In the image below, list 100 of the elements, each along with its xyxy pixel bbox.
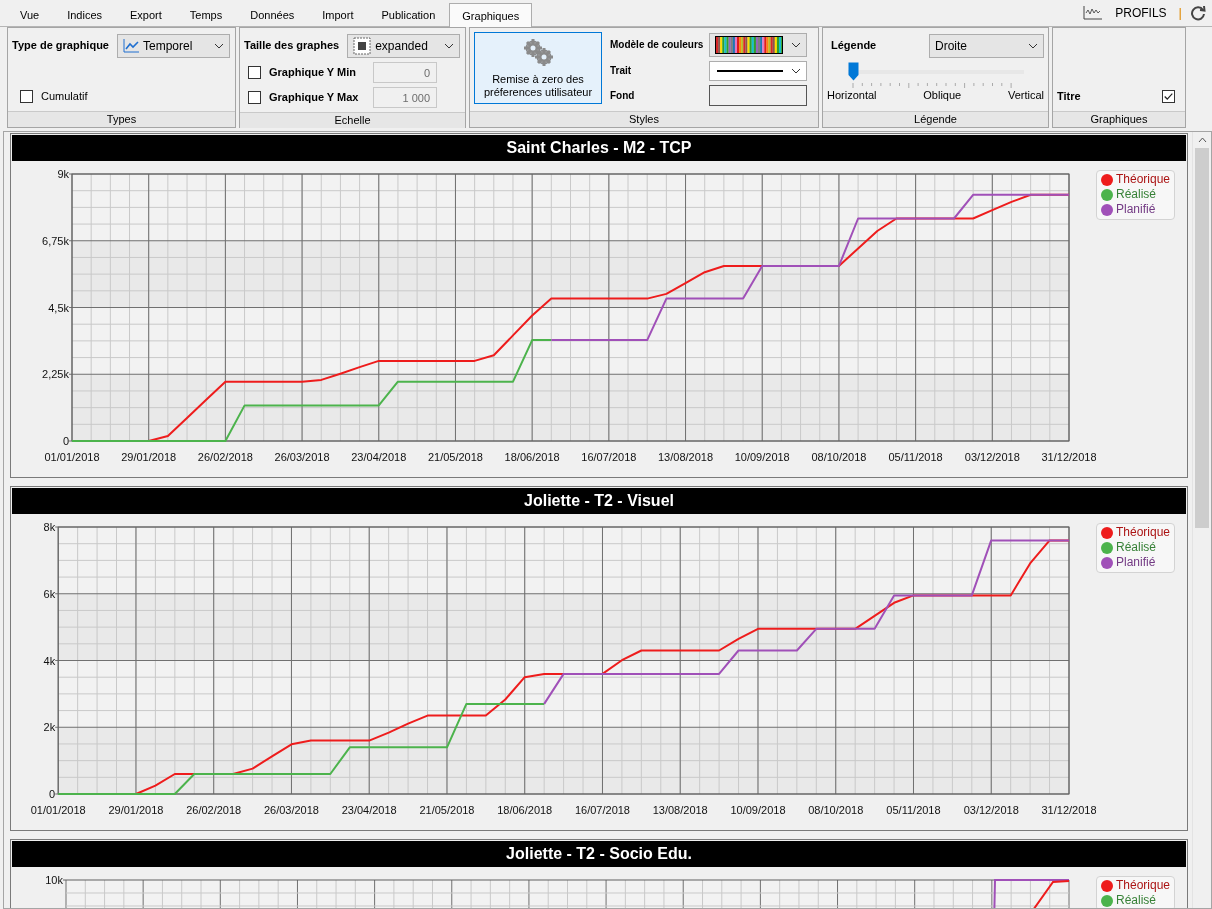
axis-tick-label: 18/06/2018 xyxy=(497,804,553,816)
profiles-button[interactable]: PROFILS xyxy=(1111,5,1171,21)
chart-title: Joliette - T2 - Visuel xyxy=(12,488,1186,514)
legend-label: Théorique xyxy=(1116,878,1171,893)
caret-icon xyxy=(791,68,802,74)
slider-label: Vertical xyxy=(1007,89,1044,103)
chart-type-dropdown[interactable]: Temporel xyxy=(117,34,230,58)
color-model-dropdown[interactable] xyxy=(709,32,808,57)
chart-title: Saint Charles - M2 - TCP xyxy=(12,135,1186,161)
field-label: Fond xyxy=(610,89,636,102)
checkbox-label: Graphique Y Max xyxy=(269,90,359,105)
tab[interactable]: Données xyxy=(236,5,309,26)
field-label: Modèle de couleurs xyxy=(610,38,704,51)
axis-tick-label: 26/02/2018 xyxy=(186,804,242,816)
checkbox[interactable] xyxy=(1162,89,1175,103)
axis-tick-label: 16/07/2018 xyxy=(581,451,637,463)
gears-icon xyxy=(521,36,555,67)
axis-tick-label: 13/08/2018 xyxy=(652,804,708,816)
axis-tick-label: 4k xyxy=(43,654,56,667)
tab[interactable]: Publication xyxy=(367,5,450,26)
legend-label: Planifié xyxy=(1116,202,1156,217)
axis-tick-label: 6k xyxy=(43,587,56,600)
axis-tick-label: 2k xyxy=(43,721,56,734)
legend-position-dropdown[interactable]: Droite xyxy=(929,34,1044,58)
size-dropdown[interactable]: expanded xyxy=(347,34,461,58)
legend-label: Théorique xyxy=(1116,172,1171,187)
color-palette-swatch xyxy=(715,35,784,54)
caret-icon xyxy=(1028,43,1038,49)
group-title: Graphiques xyxy=(1090,113,1148,125)
axis-tick-label: 9k xyxy=(57,168,69,180)
axis-tick-label: 23/04/2018 xyxy=(341,804,397,816)
tab[interactable]: Indices xyxy=(53,5,117,26)
axis-tick-label: 29/01/2018 xyxy=(121,451,177,463)
slider-label: Oblique xyxy=(923,89,962,103)
line-style-dropdown[interactable] xyxy=(709,61,808,81)
legend-label: Réalisé xyxy=(1116,893,1157,908)
axis-tick-label: 01/01/2018 xyxy=(44,451,100,463)
group-title: Types xyxy=(106,113,137,125)
caret-icon xyxy=(791,41,802,48)
axis-tick-label: 23/04/2018 xyxy=(351,451,407,463)
legend-label: Planifié xyxy=(1116,555,1156,570)
slider-thumb[interactable] xyxy=(848,62,859,81)
chart-icon[interactable] xyxy=(1083,6,1104,20)
separator: | xyxy=(1178,5,1182,21)
chart-title: Joliette - T2 - Socio Edu. xyxy=(12,841,1186,867)
line-chart-icon xyxy=(123,39,139,53)
field-label: Légende xyxy=(831,39,877,53)
field-label: Taille des graphes xyxy=(244,39,340,53)
axis-tick-label: 03/12/2018 xyxy=(963,804,1019,816)
axis-tick-label: 16/07/2018 xyxy=(574,804,630,816)
axis-tick-label: 0 xyxy=(62,435,69,447)
axis-tick-label: 8k xyxy=(43,521,56,533)
caret-icon xyxy=(444,43,455,49)
slider-label: Horizontal xyxy=(827,89,877,103)
caret-icon xyxy=(214,43,224,49)
axis-tick-label: 10k xyxy=(45,874,63,886)
tab[interactable]: Graphiques xyxy=(449,3,533,27)
axis-tick-label: 18/06/2018 xyxy=(504,451,560,463)
expand-icon xyxy=(353,37,372,55)
scrollbar[interactable] xyxy=(1192,132,1211,908)
axis-tick-label: 05/11/2018 xyxy=(888,451,943,463)
axis-tick-label: 05/11/2018 xyxy=(886,804,941,816)
axis-tick-label: 01/01/2018 xyxy=(30,804,86,816)
scroll-thumb[interactable] xyxy=(1195,148,1209,528)
axis-tick-label: 29/01/2018 xyxy=(108,804,164,816)
background-color-field[interactable] xyxy=(709,85,808,107)
axis-tick-label: 21/05/2018 xyxy=(419,804,475,816)
checkbox-label: Cumulatif xyxy=(41,89,88,103)
axis-tick-label: 26/02/2018 xyxy=(197,451,253,463)
refresh-icon[interactable] xyxy=(1190,5,1206,21)
legend-label: Réalisé xyxy=(1116,540,1157,555)
axis-tick-label: 31/12/2018 xyxy=(1041,804,1096,816)
tab[interactable]: Vue xyxy=(6,5,54,26)
group-title: Styles xyxy=(629,113,659,125)
axis-tick-label: 4,5k xyxy=(48,301,69,314)
reset-button[interactable]: Remise à zero des préferences utilisateur xyxy=(474,32,602,104)
checkbox-label: Graphique Y Min xyxy=(269,65,356,80)
group-title: Echelle xyxy=(334,114,371,126)
axis-tick-label: 03/12/2018 xyxy=(964,451,1020,463)
axis-tick-label: 08/10/2018 xyxy=(808,804,864,816)
field-label: Trait xyxy=(610,65,633,77)
checkbox[interactable] xyxy=(20,89,33,103)
axis-tick-label: 2,25k xyxy=(42,368,69,381)
axis-tick-label: 13/08/2018 xyxy=(658,451,714,463)
tab[interactable]: Export xyxy=(116,5,176,26)
field-label: Type de graphique xyxy=(12,39,109,53)
group-title: Légende xyxy=(914,113,957,125)
axis-tick-label: 10/09/2018 xyxy=(734,451,790,463)
legend-label: Réalisé xyxy=(1116,187,1157,202)
axis-tick-label: 21/05/2018 xyxy=(427,451,483,463)
axis-tick-label: 26/03/2018 xyxy=(263,804,319,816)
tab[interactable]: Temps xyxy=(175,5,237,26)
tab[interactable]: Import xyxy=(308,5,368,26)
axis-tick-label: 0 xyxy=(49,788,56,800)
axis-tick-label: 08/10/2018 xyxy=(811,451,867,463)
legend-label: Théorique xyxy=(1116,525,1171,540)
checkbox-label: Titre xyxy=(1057,89,1081,103)
line-sample-icon xyxy=(715,67,786,75)
axis-tick-label: 10/09/2018 xyxy=(730,804,786,816)
axis-tick-label: 6,75k xyxy=(42,234,69,247)
